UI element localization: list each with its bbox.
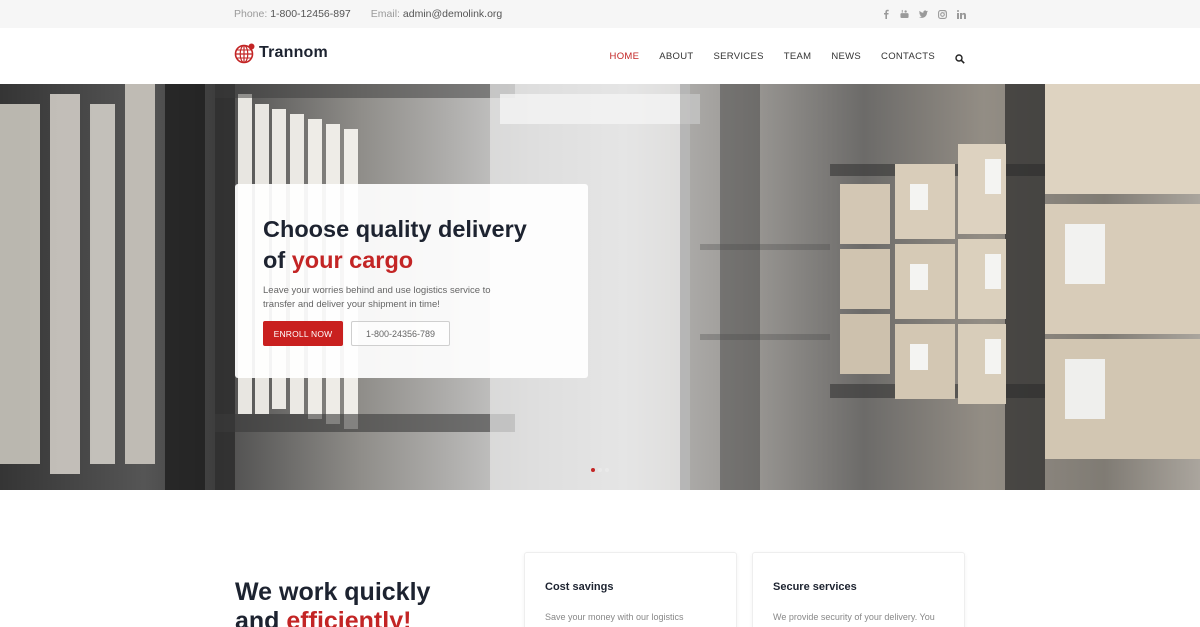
feature-card-cost-savings: Cost savings Save your money with our lo…: [524, 552, 737, 627]
logo-text: Trannom: [259, 44, 328, 61]
facebook-icon[interactable]: [881, 9, 890, 19]
feature-title: Cost savings: [545, 581, 614, 593]
nav-item-news[interactable]: NEWS: [831, 51, 861, 62]
twitter-icon[interactable]: [919, 9, 928, 19]
hero-title-accent: your cargo: [291, 247, 414, 273]
main-nav: HOME ABOUT SERVICES TEAM NEWS CONTACTS: [610, 28, 965, 84]
features-section: We work quickly and efficiently! Cost sa…: [0, 490, 1200, 627]
hero-card: Choose quality delivery of your cargo Le…: [235, 184, 588, 378]
site-logo[interactable]: Trannom: [234, 42, 328, 64]
youtube-icon[interactable]: [900, 9, 909, 19]
section-title-line2-prefix: and: [235, 607, 287, 627]
instagram-icon[interactable]: [938, 9, 947, 19]
nav-item-team[interactable]: TEAM: [784, 51, 812, 62]
nav-item-contacts[interactable]: CONTACTS: [881, 51, 935, 62]
linkedin-icon[interactable]: [957, 9, 966, 19]
nav-item-about[interactable]: ABOUT: [659, 51, 693, 62]
section-title: We work quickly and efficiently!: [235, 578, 430, 627]
globe-logo-icon: [234, 42, 256, 64]
social-links: [881, 9, 966, 19]
section-title-line1: We work quickly: [235, 578, 431, 606]
top-info-bar: Phone: 1-800-12456-897 Email: admin@demo…: [0, 0, 1200, 28]
hero-title-line2-prefix: of: [263, 247, 292, 273]
enroll-now-button[interactable]: ENROLL NOW: [263, 321, 343, 346]
email-contact[interactable]: Email: admin@demolink.org: [371, 8, 502, 20]
section-title-accent: efficiently!: [286, 607, 412, 627]
main-header: Trannom HOME ABOUT SERVICES TEAM NEWS CO…: [0, 28, 1200, 84]
email-label: Email:: [370, 8, 400, 20]
feature-card-secure-services: Secure services We provide security of y…: [752, 552, 965, 627]
phone-value[interactable]: 1-800-12456-897: [270, 8, 351, 20]
email-value[interactable]: admin@demolink.org: [403, 8, 502, 20]
feature-text: Save your money with our logistics: [545, 612, 684, 622]
feature-title: Secure services: [773, 581, 857, 593]
hero-title-line1: Choose quality delivery: [263, 216, 527, 242]
phone-label: Phone:: [234, 8, 268, 20]
hero-slider: Choose quality delivery of your cargo Le…: [0, 84, 1200, 490]
nav-item-services[interactable]: SERVICES: [713, 51, 763, 62]
slider-pagination: [591, 468, 609, 472]
feature-text: We provide security of your delivery. Yo…: [773, 612, 935, 622]
slider-dot[interactable]: [598, 468, 602, 472]
phone-button[interactable]: 1-800-24356-789: [351, 321, 450, 346]
slider-dot[interactable]: [605, 468, 609, 472]
phone-contact[interactable]: Phone: 1-800-12456-897: [234, 8, 351, 20]
nav-item-home[interactable]: HOME: [610, 51, 640, 62]
warehouse-shelves-background: [0, 84, 1200, 490]
hero-title: Choose quality delivery of your cargo: [263, 214, 527, 276]
search-icon[interactable]: [955, 51, 965, 64]
hero-description: Leave your worries behind and use logist…: [263, 285, 491, 310]
slider-dot[interactable]: [591, 468, 595, 472]
